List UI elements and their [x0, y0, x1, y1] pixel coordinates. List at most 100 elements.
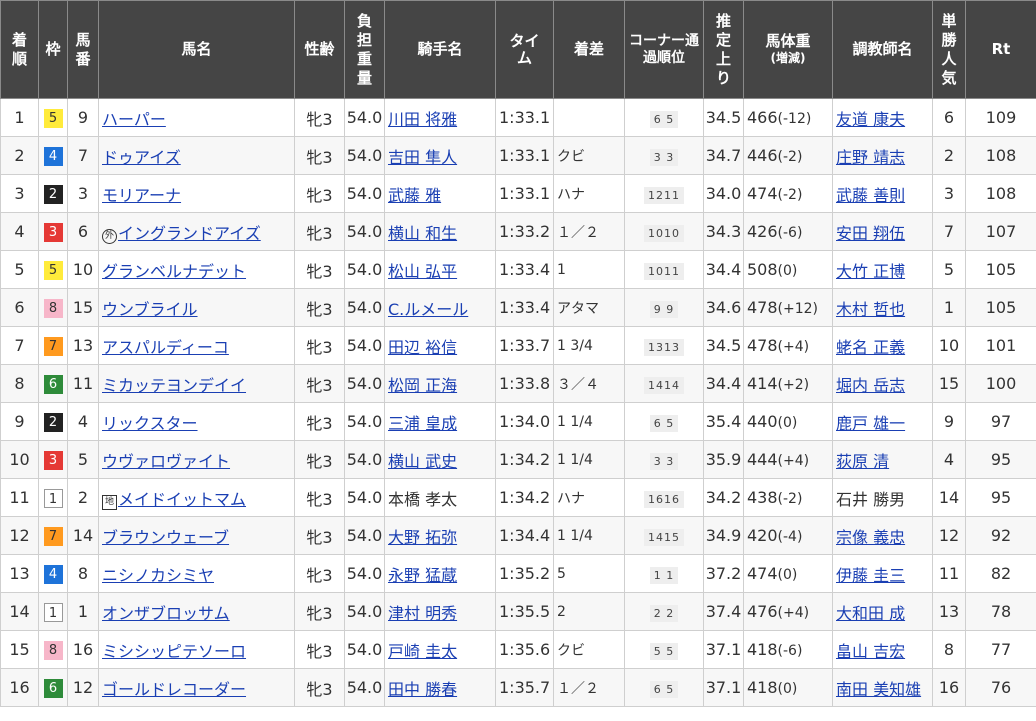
horse-link[interactable]: ミカッテヨンデイイ — [102, 376, 246, 395]
corner-badge: 2 2 — [649, 604, 679, 622]
sexage-cell: 牝3 — [294, 364, 345, 403]
time-cell: 1:33.8 — [495, 364, 554, 403]
jockey-link[interactable]: 戸崎 圭太 — [388, 642, 457, 661]
sexage-cell: 牝3 — [294, 592, 345, 631]
jockey-link[interactable]: C.ルメール — [388, 300, 468, 319]
weight-cell: 54.0 — [344, 516, 385, 555]
horse-link[interactable]: モリアーナ — [102, 186, 181, 205]
table-row: 5 5 10 グランベルナデット 牝3 54.0 松山 弘平 1:33.4 1 … — [0, 250, 1036, 289]
jockey-link[interactable]: 松岡 正海 — [388, 376, 457, 395]
horse-link[interactable]: リックスター — [102, 414, 198, 433]
corner-cell: 6 5 — [624, 668, 704, 707]
popularity-cell: 11 — [932, 554, 966, 593]
corner-cell: 1010 — [624, 212, 704, 251]
horse-link[interactable]: メイドイットマム — [118, 490, 246, 509]
trainer-cell: 堀内 岳志 — [832, 364, 933, 403]
trainer-link[interactable]: 鹿戸 雄一 — [836, 414, 905, 433]
corner-badge: 9 9 — [649, 300, 679, 318]
table-row: 8 6 11 ミカッテヨンデイイ 牝3 54.0 松岡 正海 1:33.8 ３／… — [0, 364, 1036, 403]
horse-link[interactable]: ミシシッピテソーロ — [102, 642, 246, 661]
jockey-link[interactable]: 川田 将雅 — [388, 110, 457, 129]
table-row: 3 2 3 モリアーナ 牝3 54.0 武藤 雅 1:33.1 ハナ 1211 … — [0, 174, 1036, 213]
trainer-link[interactable]: 南田 美知雄 — [836, 680, 921, 699]
trainer-link[interactable]: 安田 翔伍 — [836, 224, 905, 243]
bodyweight-change: (+4) — [777, 605, 810, 621]
weight-cell: 54.0 — [344, 136, 385, 175]
bodyweight-cell: 476(+4) — [743, 592, 833, 631]
trainer-link[interactable]: 荻原 清 — [836, 452, 889, 471]
trainer-link[interactable]: 蛯名 正義 — [836, 338, 905, 357]
jockey-link[interactable]: 横山 和生 — [388, 224, 457, 243]
corner-badge: 1415 — [644, 528, 684, 546]
trainer-cell: 安田 翔伍 — [832, 212, 933, 251]
jockey-cell: 三浦 皇成 — [384, 402, 496, 441]
jockey-link[interactable]: 大野 拓弥 — [388, 528, 457, 547]
trainer-link[interactable]: 木村 哲也 — [836, 300, 905, 319]
header-margin: 着差 — [553, 0, 625, 99]
time-cell: 1:34.2 — [495, 440, 554, 479]
horse-link[interactable]: イングランドアイズ — [118, 224, 261, 243]
trainer-cell: 宗像 義忠 — [832, 516, 933, 555]
corner-badge: 1313 — [644, 338, 684, 356]
umaban-cell: 12 — [67, 668, 99, 707]
jockey-link[interactable]: 三浦 皇成 — [388, 414, 457, 433]
margin-cell: １／２ — [553, 212, 625, 251]
horse-link[interactable]: ブラウンウェーブ — [102, 528, 229, 547]
waku-badge: 5 — [43, 261, 63, 280]
header-time: タイム — [495, 0, 554, 99]
weight-cell: 54.0 — [344, 554, 385, 593]
corner-badge: 1211 — [644, 186, 684, 204]
bodyweight-cell: 438(-2) — [743, 478, 833, 517]
jockey-link[interactable]: 武藤 雅 — [388, 186, 441, 205]
horse-link[interactable]: ハーパー — [102, 110, 166, 129]
trainer-link[interactable]: 堀内 岳志 — [836, 376, 905, 395]
horse-cell: ゴールドレコーダー — [98, 668, 295, 707]
trainer-link[interactable]: 畠山 吉宏 — [836, 642, 905, 661]
trainer-link[interactable]: 庄野 靖志 — [836, 148, 905, 167]
horse-link[interactable]: オンザブロッサム — [102, 604, 230, 623]
trainer-link[interactable]: 宗像 義忠 — [836, 528, 905, 547]
sexage-cell: 牝3 — [294, 136, 345, 175]
umaban-cell: 14 — [67, 516, 99, 555]
weight-cell: 54.0 — [344, 402, 385, 441]
jockey-link[interactable]: 横山 武史 — [388, 452, 457, 471]
trainer-link[interactable]: 武藤 善則 — [836, 186, 905, 205]
waku-cell: 7 — [38, 326, 68, 365]
horse-link[interactable]: ニシノカシミヤ — [102, 566, 214, 585]
horse-link[interactable]: グランベルナデット — [102, 262, 246, 281]
trainer-link[interactable]: 伊藤 圭三 — [836, 566, 905, 585]
horse-cell: ブラウンウェーブ — [98, 516, 295, 555]
jockey-cell: C.ルメール — [384, 288, 496, 327]
jockey-link[interactable]: 松山 弘平 — [388, 262, 457, 281]
bodyweight-change: (0) — [777, 415, 798, 431]
trainer-link[interactable]: 大和田 成 — [836, 604, 905, 623]
popularity-cell: 13 — [932, 592, 966, 631]
horse-link[interactable]: ゴールドレコーダー — [102, 680, 246, 699]
horse-link[interactable]: ウンブライル — [102, 300, 198, 319]
jockey-link[interactable]: 永野 猛蔵 — [388, 566, 457, 585]
table-row: 7 7 13 アスパルディーコ 牝3 54.0 田辺 裕信 1:33.7 1 3… — [0, 326, 1036, 365]
waku-badge: 8 — [43, 641, 63, 660]
horse-link[interactable]: アスパルディーコ — [102, 338, 229, 357]
rank-cell: 2 — [0, 136, 39, 175]
umaban-cell: 6 — [67, 212, 99, 251]
horse-cell: ウヴァロヴァイト — [98, 440, 295, 479]
jockey-link[interactable]: 吉田 隼人 — [388, 148, 457, 167]
jockey-link[interactable]: 田辺 裕信 — [388, 338, 457, 357]
bodyweight-value: 474 — [747, 184, 778, 203]
bodyweight-value: 466 — [747, 108, 778, 127]
horse-link[interactable]: ウヴァロヴァイト — [102, 452, 230, 471]
bodyweight-cell: 478(+12) — [743, 288, 833, 327]
jockey-cell: 大野 拓弥 — [384, 516, 496, 555]
sexage-cell: 牝3 — [294, 668, 345, 707]
jockey-link[interactable]: 田中 勝春 — [388, 680, 457, 699]
horse-link[interactable]: ドゥアイズ — [102, 148, 181, 167]
trainer-link[interactable]: 大竹 正博 — [836, 262, 905, 281]
bodyweight-change: (-6) — [777, 225, 803, 241]
trainer-link[interactable]: 友道 康夫 — [836, 110, 905, 129]
weight-cell: 54.0 — [344, 630, 385, 669]
last3f-cell: 34.5 — [703, 326, 744, 365]
jockey-name: 本橋 孝太 — [388, 489, 458, 509]
table-row: 6 8 15 ウンブライル 牝3 54.0 C.ルメール 1:33.4 アタマ … — [0, 288, 1036, 327]
jockey-link[interactable]: 津村 明秀 — [388, 604, 457, 623]
